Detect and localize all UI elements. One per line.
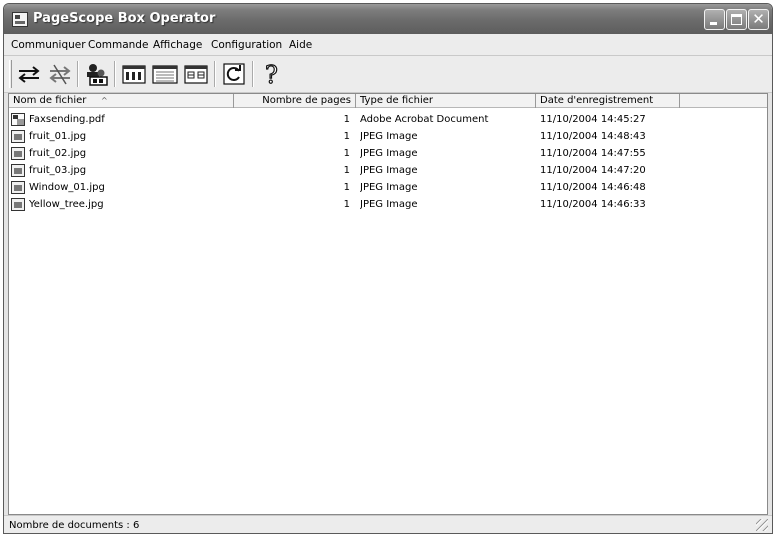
- resize-grip[interactable]: [756, 519, 768, 531]
- large-icons-view-button[interactable]: [120, 61, 148, 87]
- column-header-name-label: Nom de fichier: [13, 95, 87, 106]
- file-pages: 1: [343, 182, 350, 193]
- maximize-button[interactable]: [726, 9, 747, 30]
- minimize-icon: [710, 22, 717, 25]
- table-row[interactable]: Window_01.jpg 1 JPEG Image 11/10/2004 14…: [9, 179, 767, 196]
- sort-ascending-icon: ^: [101, 96, 108, 105]
- column-header-pages-label: Nombre de pages: [262, 95, 351, 106]
- column-header-date-label: Date d'enregistrement: [540, 95, 654, 106]
- file-date: 11/10/2004 14:47:20: [540, 165, 646, 176]
- table-row[interactable]: fruit_03.jpg 1 JPEG Image 11/10/2004 14:…: [9, 162, 767, 179]
- status-bar: Nombre de documents : 6: [4, 515, 772, 533]
- user-box-button[interactable]: [83, 61, 111, 87]
- file-type: JPEG Image: [360, 182, 418, 193]
- file-pages: 1: [343, 114, 350, 125]
- table-row[interactable]: Yellow_tree.jpg 1 JPEG Image 11/10/2004 …: [9, 196, 767, 213]
- file-date: 11/10/2004 14:48:43: [540, 131, 646, 142]
- window-title: PageScope Box Operator: [33, 11, 216, 26]
- toolbar-separator: [77, 61, 79, 87]
- menu-bar: Communiquer Commande Affichage Configura…: [4, 34, 772, 56]
- column-header-name[interactable]: Nom de fichier ^: [9, 94, 234, 108]
- menu-communiquer[interactable]: Communiquer: [11, 39, 86, 51]
- menu-aide[interactable]: Aide: [289, 39, 312, 51]
- toolbar: ?: [4, 56, 772, 93]
- file-type: JPEG Image: [360, 165, 418, 176]
- help-glyph: ?: [265, 61, 278, 87]
- pdf-file-icon: [11, 113, 25, 126]
- image-file-icon: [11, 198, 25, 211]
- column-header-date[interactable]: Date d'enregistrement: [536, 94, 680, 108]
- toolbar-separator: [214, 61, 216, 87]
- menu-commande[interactable]: Commande: [88, 39, 148, 51]
- table-row[interactable]: fruit_01.jpg 1 JPEG Image 11/10/2004 14:…: [9, 128, 767, 145]
- table-row[interactable]: Faxsending.pdf 1 Adobe Acrobat Document …: [9, 111, 767, 128]
- file-pages: 1: [343, 199, 350, 210]
- file-name: fruit_03.jpg: [29, 165, 87, 176]
- file-pages: 1: [343, 165, 350, 176]
- image-file-icon: [11, 181, 25, 194]
- image-file-icon: [11, 147, 25, 160]
- app-window: PageScope Box Operator ✕ Communiquer Com…: [3, 3, 773, 534]
- column-header-type[interactable]: Type de fichier: [356, 94, 536, 108]
- image-file-icon: [11, 130, 25, 143]
- toolbar-separator: [252, 61, 254, 87]
- cancel-send-icon: [49, 64, 71, 85]
- image-file-icon: [11, 164, 25, 177]
- file-pages: 1: [343, 148, 350, 159]
- help-button[interactable]: ?: [258, 60, 286, 89]
- toolbar-grip[interactable]: [9, 60, 12, 88]
- column-header-row: Nom de fichier ^ Nombre de pages Type de…: [9, 94, 767, 108]
- file-name: Window_01.jpg: [29, 182, 105, 193]
- details-view-button[interactable]: [182, 61, 210, 87]
- minimize-button[interactable]: [704, 9, 725, 30]
- column-header-pages[interactable]: Nombre de pages: [234, 94, 356, 108]
- file-date: 11/10/2004 14:46:48: [540, 182, 646, 193]
- file-type: JPEG Image: [360, 131, 418, 142]
- menu-affichage[interactable]: Affichage: [153, 39, 202, 51]
- list-view-button[interactable]: [151, 61, 179, 87]
- file-date: 11/10/2004 14:46:33: [540, 199, 646, 210]
- close-button[interactable]: ✕: [748, 9, 769, 30]
- users-icon: [87, 64, 108, 86]
- file-name: fruit_01.jpg: [29, 131, 87, 142]
- file-list[interactable]: Nom de fichier ^ Nombre de pages Type de…: [8, 93, 768, 515]
- cancel-send-button[interactable]: [46, 61, 74, 87]
- file-date: 11/10/2004 14:47:55: [540, 148, 646, 159]
- file-type: JPEG Image: [360, 148, 418, 159]
- file-name: fruit_02.jpg: [29, 148, 87, 159]
- close-icon: ✕: [752, 10, 765, 28]
- file-date: 11/10/2004 14:45:27: [540, 114, 646, 125]
- large-icons-view-icon: [122, 65, 146, 84]
- file-name: Faxsending.pdf: [29, 114, 105, 125]
- menu-configuration[interactable]: Configuration: [211, 39, 282, 51]
- file-name: Yellow_tree.jpg: [29, 199, 104, 210]
- app-icon[interactable]: [12, 12, 28, 27]
- file-type: Adobe Acrobat Document: [360, 114, 489, 125]
- details-view-icon: [184, 65, 208, 84]
- column-header-type-label: Type de fichier: [360, 95, 434, 106]
- send-icon: [18, 66, 40, 83]
- file-type: JPEG Image: [360, 199, 418, 210]
- table-row[interactable]: fruit_02.jpg 1 JPEG Image 11/10/2004 14:…: [9, 145, 767, 162]
- file-pages: 1: [343, 131, 350, 142]
- help-icon: ?: [264, 60, 278, 89]
- refresh-icon: [223, 63, 245, 85]
- toolbar-separator: [114, 61, 116, 87]
- title-bar[interactable]: PageScope Box Operator ✕: [4, 4, 772, 34]
- refresh-button[interactable]: [220, 61, 248, 87]
- list-view-icon: [152, 65, 178, 84]
- maximize-icon: [731, 14, 742, 25]
- document-count: Nombre de documents : 6: [9, 520, 140, 531]
- send-button[interactable]: [15, 61, 43, 87]
